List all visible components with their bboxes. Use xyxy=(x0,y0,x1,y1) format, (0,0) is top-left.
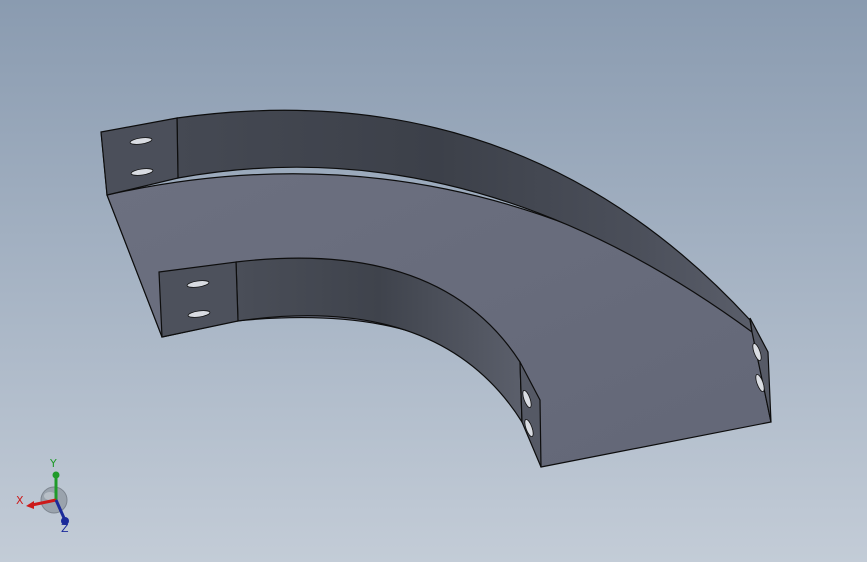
y-axis-label: Y xyxy=(50,457,57,470)
x-axis-label: X xyxy=(16,494,24,507)
z-axis-label: Z xyxy=(61,522,69,535)
graphics-viewport[interactable]: Y X Z xyxy=(0,0,867,562)
inner-wall-end-tab[interactable] xyxy=(158,261,239,338)
model-view[interactable] xyxy=(0,0,867,562)
reference-triad[interactable]: Y X Z xyxy=(12,455,82,535)
